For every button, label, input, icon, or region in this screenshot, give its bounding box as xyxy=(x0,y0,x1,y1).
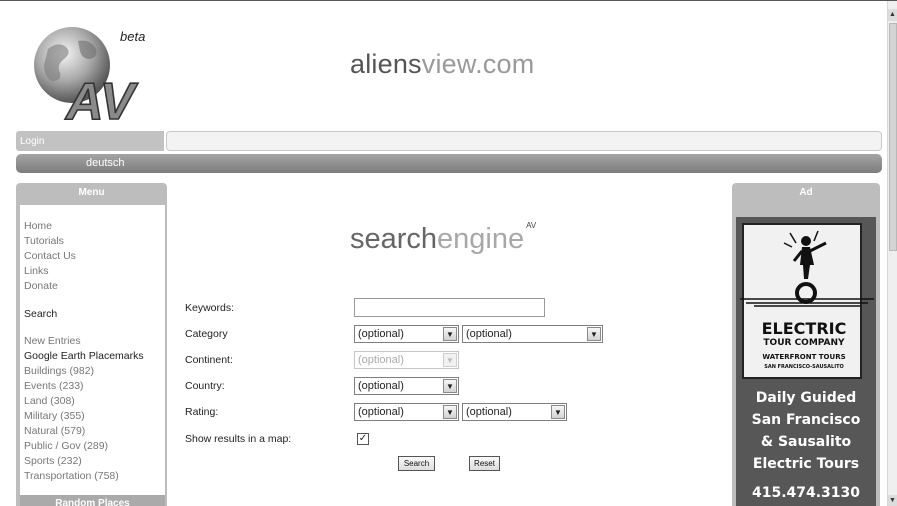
site-title-light: view.com xyxy=(421,49,535,79)
menu-link-search[interactable]: Search xyxy=(24,307,165,322)
menu-category-transportation[interactable]: Transportation (758) xyxy=(24,469,165,484)
search-logo-bold: search xyxy=(350,223,438,255)
beta-label: beta xyxy=(120,29,146,44)
menu-link-home[interactable]: Home xyxy=(24,219,165,234)
ad-tagline-line2: San Francisco xyxy=(751,412,861,428)
menu-category-buildings[interactable]: Buildings (982) xyxy=(24,364,165,379)
menu-panel: Menu Home Tutorials Contact Us Links Don… xyxy=(16,183,167,506)
show-map-label: Show results in a map: xyxy=(185,433,292,445)
ad-brand-line3: WATERFRONT TOURS xyxy=(762,353,846,361)
country-label: Country: xyxy=(185,380,225,392)
category-label: Category xyxy=(185,328,228,340)
ad-title: Ad xyxy=(799,187,813,198)
menu-link-tutorials[interactable]: Tutorials xyxy=(24,234,165,249)
rating-select[interactable]: (optional) ▼ xyxy=(354,403,459,421)
rating2-select-value: (optional) xyxy=(466,406,512,418)
site-title-bold: aliens xyxy=(350,49,422,79)
scroll-thumb[interactable] xyxy=(889,23,897,251)
chevron-down-icon[interactable]: ▼ xyxy=(443,327,457,341)
chevron-down-icon[interactable]: ▼ xyxy=(551,405,565,419)
menu-link-new-entries[interactable]: New Entries xyxy=(24,334,165,349)
page: AV beta aliensview.com Login deutsch Men… xyxy=(0,0,897,506)
login-bar xyxy=(166,131,882,151)
chevron-down-icon[interactable]: ▼ xyxy=(443,379,457,393)
ad-tagline: Daily Guided San Francisco & Sausalito E… xyxy=(736,387,876,475)
svg-text:AV: AV xyxy=(64,73,139,123)
ad-phone: 415.474.3130 xyxy=(751,485,861,501)
menu-category-sports[interactable]: Sports (232) xyxy=(24,454,165,469)
site-title[interactable]: aliensview.com xyxy=(350,49,534,80)
ad-card: ELECTRIC TOUR COMPANY WATERFRONT TOURS S… xyxy=(740,223,874,379)
keywords-input[interactable] xyxy=(354,298,545,317)
continent-select-value: (optional) xyxy=(358,354,404,366)
ad-tagline-line4: Electric Tours xyxy=(752,456,860,472)
show-map-checkbox[interactable]: ✓ xyxy=(357,433,369,445)
menu-category-natural[interactable]: Natural (579) xyxy=(24,424,165,439)
category-select[interactable]: (optional) ▼ xyxy=(354,325,459,343)
rating-label: Rating: xyxy=(185,406,219,418)
scroll-down-arrow-icon[interactable]: ▼ xyxy=(888,495,897,506)
keywords-label: Keywords: xyxy=(185,302,235,314)
ad-tagline-line3: & Sausalito xyxy=(760,434,852,450)
ad-brand-line1: ELECTRIC xyxy=(761,319,847,338)
category-select-value: (optional) xyxy=(358,328,404,340)
country-select-value: (optional) xyxy=(358,380,404,392)
rating-select-value: (optional) xyxy=(358,406,404,418)
vertical-scrollbar[interactable]: ▲ ▼ xyxy=(887,1,897,506)
check-icon: ✓ xyxy=(358,433,368,444)
language-link-deutsch[interactable]: deutsch xyxy=(86,157,125,169)
search-button[interactable]: Search xyxy=(398,456,435,471)
chevron-down-icon[interactable]: ▼ xyxy=(587,327,601,341)
menu-link-contact[interactable]: Contact Us xyxy=(24,249,165,264)
chevron-down-icon[interactable]: ▼ xyxy=(443,405,457,419)
menu-link-links[interactable]: Links xyxy=(24,264,165,279)
ad-tagline-line1: Daily Guided xyxy=(755,390,857,406)
language-bar: deutsch xyxy=(16,154,882,173)
country-select[interactable]: (optional) ▼ xyxy=(354,377,459,395)
menu-link-donate[interactable]: Donate xyxy=(24,279,165,294)
scroll-up-arrow-icon[interactable]: ▲ xyxy=(888,9,897,21)
subcategory-select-value: (optional) xyxy=(466,328,512,340)
login-link[interactable]: Login xyxy=(16,131,164,151)
search-logo-light: engine xyxy=(437,223,525,255)
menu-category-events[interactable]: Events (233) xyxy=(24,379,165,394)
search-logo-sup: AV xyxy=(526,221,537,230)
menu-body: Home Tutorials Contact Us Links Donate S… xyxy=(20,205,165,495)
menu-category-land[interactable]: Land (308) xyxy=(24,394,165,409)
ad-brand-line2: TOUR COMPANY xyxy=(763,338,845,348)
ad-brand-line4: SAN FRANCISCO-SAUSALITO xyxy=(764,364,844,370)
ad-banner[interactable]: ELECTRIC TOUR COMPANY WATERFRONT TOURS S… xyxy=(736,217,876,506)
continent-select[interactable]: (optional) ▼ xyxy=(354,351,459,369)
searchengine-logo: searchengine AV xyxy=(350,221,537,256)
random-places-header: Random Places xyxy=(20,495,165,506)
menu-title: Menu xyxy=(78,187,105,198)
subcategory-select[interactable]: (optional) ▼ xyxy=(462,325,603,343)
chevron-down-icon[interactable]: ▼ xyxy=(443,353,457,367)
menu-category-public-gov[interactable]: Public / Gov (289) xyxy=(24,439,165,454)
rating2-select[interactable]: (optional) ▼ xyxy=(462,403,567,421)
ad-panel: Ad ELECTRIC TOUR COMPANY WATERFRONT TOUR… xyxy=(732,183,880,506)
continent-label: Continent: xyxy=(185,354,233,366)
wings-icon xyxy=(740,298,874,307)
menu-category-military[interactable]: Military (355) xyxy=(24,409,165,424)
menu-link-placemarks[interactable]: Google Earth Placemarks xyxy=(24,349,165,364)
reset-button[interactable]: Reset xyxy=(469,456,500,471)
